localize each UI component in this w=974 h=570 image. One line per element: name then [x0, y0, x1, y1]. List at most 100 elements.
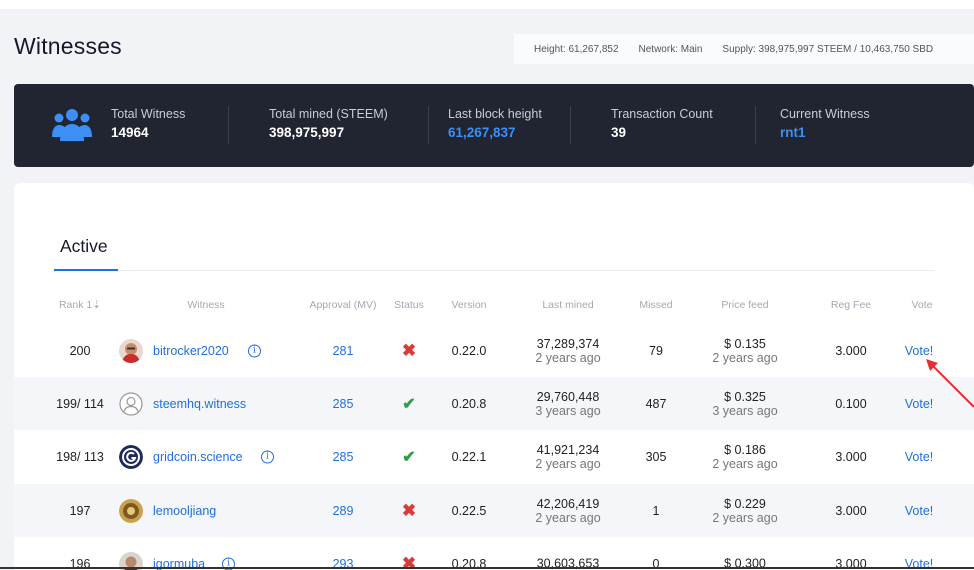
reg-fee-cell: 3.000 — [835, 343, 867, 358]
page-title: Witnesses — [14, 33, 122, 59]
missed-cell: 1 — [652, 503, 660, 518]
witness-link[interactable]: lemooljiang — [153, 504, 216, 518]
last-mined-cell: 41,921,234 2 years ago — [535, 443, 600, 471]
avatar[interactable] — [119, 391, 143, 416]
version-cell: 0.22.5 — [451, 503, 487, 518]
stat-total-mined: Total mined (STEEM) 398,975,997 — [269, 107, 388, 140]
status-disabled-icon: ✖ — [401, 500, 417, 520]
header-rank[interactable]: Rank 1⇣ — [59, 299, 101, 311]
header-price-feed: Price feed — [721, 299, 769, 311]
last-mined-ago: 2 years ago — [535, 456, 601, 471]
tab-active-indicator — [54, 269, 118, 271]
table-row: 197 lemooljiang 289 ✖ 0.22.5 42,206,419 … — [14, 484, 974, 537]
vote-button[interactable]: Vote! — [905, 450, 934, 464]
stat-value: 14964 — [111, 125, 149, 140]
rank-cell: 199/ 114 — [56, 396, 104, 411]
price-ago: 2 years ago — [712, 350, 778, 365]
price-feed-cell: $ 0.229 2 years ago — [712, 497, 777, 525]
rank-cell: 197 — [69, 503, 91, 518]
price-feed-cell: $ 0.135 2 years ago — [712, 337, 777, 365]
stat-last-block: Last block height 61,267,837 — [448, 107, 542, 140]
status-active-icon: ✔ — [402, 448, 416, 466]
table-row: 199/ 114 steemhq.witness 285 ✔ 0.20.8 29… — [14, 377, 974, 430]
missed-cell: 79 — [649, 343, 663, 358]
tab-divider — [54, 270, 934, 271]
last-mined-block: 37,289,374 — [536, 336, 600, 351]
stat-label: Transaction Count — [611, 107, 713, 121]
stat-label: Last block height — [448, 107, 542, 121]
last-mined-cell: 42,206,419 2 years ago — [535, 497, 600, 525]
status-disabled-icon: ✖ — [401, 340, 417, 360]
top-strip — [0, 0, 974, 9]
version-cell: 0.22.1 — [451, 449, 487, 464]
stat-value: 39 — [611, 125, 627, 140]
users-icon — [52, 109, 92, 141]
avatar[interactable] — [119, 498, 143, 523]
stat-value: 398,975,997 — [269, 125, 345, 140]
stat-divider — [755, 106, 756, 144]
header-version: Version — [451, 299, 487, 311]
witness-link[interactable]: bitrocker2020 — [153, 344, 229, 358]
header-reg-fee: Reg Fee — [830, 299, 872, 311]
info-icon[interactable]: i — [248, 344, 261, 357]
network-supply: Supply: 398,975,997 STEEM / 10,463,750 S… — [722, 43, 934, 55]
price-feed-cell: $ 0.325 3 years ago — [712, 390, 777, 418]
avatar[interactable] — [119, 338, 143, 363]
stat-label: Total Witness — [111, 107, 186, 121]
last-mined-cell: 37,289,374 2 years ago — [535, 337, 600, 365]
last-block-link[interactable]: 61,267,837 — [448, 125, 542, 140]
witness-table-card: Active Rank 1⇣ Witness Approval (MV) Sta… — [14, 183, 974, 570]
price-ago: 3 years ago — [712, 403, 778, 418]
stat-label: Current Witness — [780, 107, 870, 121]
stat-divider — [428, 106, 429, 144]
info-icon[interactable]: i — [261, 450, 274, 463]
table-row: 198/ 113 gridcoin.science i 285 ✔ 0.22.1… — [14, 430, 974, 483]
network-info-bar: Height: 61,267,852 Network: Main Supply:… — [514, 34, 974, 64]
price-value: $ 0.229 — [724, 496, 766, 511]
missed-cell: 487 — [645, 396, 667, 411]
approval-link[interactable]: 289 — [333, 504, 354, 518]
header-witness: Witness — [187, 299, 225, 311]
version-cell: 0.20.8 — [451, 396, 487, 411]
last-mined-ago: 3 years ago — [535, 403, 601, 418]
stat-current-witness: Current Witness rnt1 — [780, 107, 870, 140]
price-value: $ 0.135 — [724, 336, 766, 351]
stat-divider — [228, 106, 229, 144]
approval-link[interactable]: 285 — [333, 450, 354, 464]
table-row: 200 bitrocker2020 i 281 ✖ 0.22.0 37,289,… — [14, 324, 974, 377]
version-cell: 0.22.0 — [451, 343, 487, 358]
stat-total-witness: Total Witness 14964 — [111, 107, 185, 140]
last-mined-block: 42,206,419 — [536, 496, 600, 511]
avatar[interactable] — [119, 444, 143, 469]
header-approval: Approval (MV) — [309, 299, 377, 311]
reg-fee-cell: 3.000 — [835, 503, 867, 518]
annotation-arrow-icon — [926, 359, 974, 408]
vote-button[interactable]: Vote! — [905, 504, 934, 518]
last-mined-ago: 2 years ago — [535, 510, 601, 525]
network-height: Height: 61,267,852 — [534, 43, 619, 55]
approval-link[interactable]: 285 — [333, 397, 354, 411]
price-value: $ 0.186 — [724, 442, 766, 457]
stat-label: Total mined (STEEM) — [269, 107, 388, 121]
last-mined-cell: 29,760,448 3 years ago — [535, 390, 600, 418]
witness-link[interactable]: steemhq.witness — [153, 397, 246, 411]
last-mined-ago: 2 years ago — [535, 350, 601, 365]
stat-transaction-count: Transaction Count 39 — [611, 107, 713, 140]
header-vote: Vote — [911, 299, 933, 311]
reg-fee-cell: 3.000 — [835, 449, 867, 464]
header-status: Status — [394, 299, 424, 311]
rank-cell: 198/ 113 — [56, 449, 104, 464]
witness-link[interactable]: gridcoin.science — [153, 450, 243, 464]
rank-cell: 200 — [69, 343, 91, 358]
current-witness-link[interactable]: rnt1 — [780, 125, 870, 140]
header-last-mined: Last mined — [542, 299, 594, 311]
tab-active[interactable]: Active — [60, 236, 108, 257]
stat-divider — [570, 106, 571, 144]
status-active-icon: ✔ — [402, 395, 416, 413]
missed-cell: 305 — [645, 449, 667, 464]
header-missed: Missed — [639, 299, 673, 311]
price-ago: 2 years ago — [712, 510, 778, 525]
approval-link[interactable]: 281 — [333, 344, 354, 358]
network-name: Network: Main — [638, 43, 703, 55]
table-row: 196 igormuba i 293 ✖ 0.20.8 30,603,653 0… — [14, 537, 974, 570]
